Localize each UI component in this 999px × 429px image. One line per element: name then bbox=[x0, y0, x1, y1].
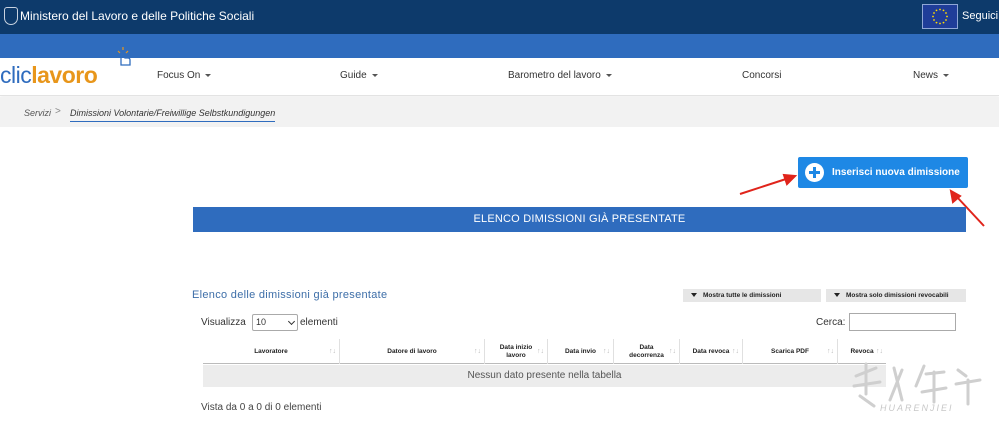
chevron-down-icon bbox=[943, 73, 950, 77]
pointer-hand-icon bbox=[117, 47, 131, 66]
breadcrumb-current: Dimissioni Volontarie/Freiwillige Selbst… bbox=[70, 108, 276, 122]
add-circle-icon bbox=[805, 163, 824, 182]
header-band bbox=[0, 34, 999, 58]
annotation-arrowhead-left bbox=[782, 173, 798, 186]
col-lavoratore-label: Lavoratore bbox=[254, 347, 288, 355]
col-data-revoca[interactable]: Data revoca ↑↓ bbox=[680, 339, 743, 364]
sort-icon: ↑↓ bbox=[669, 348, 676, 355]
filter-icon bbox=[691, 293, 697, 297]
col-revoca[interactable]: Revoca ↑↓ bbox=[838, 339, 886, 364]
nav-concorsi-label: Concorsi bbox=[742, 70, 782, 81]
nav-news[interactable]: News bbox=[913, 70, 950, 81]
new-resignation-button[interactable]: Inserisci nuova dimissione bbox=[798, 157, 968, 188]
sort-icon: ↑↓ bbox=[603, 348, 610, 355]
list-title: Elenco delle dimissioni già presentate bbox=[192, 289, 388, 301]
search-input[interactable] bbox=[849, 313, 956, 331]
cliclavoro-logo[interactable]: cliclavoro bbox=[0, 62, 98, 89]
table-empty-row: Nessun dato presente nella tabella bbox=[203, 365, 886, 387]
watermark-text: HUARENJIEI bbox=[880, 403, 954, 413]
chevron-down-icon bbox=[287, 317, 296, 326]
col-data-inizio[interactable]: Data inizio lavoro ↑↓ bbox=[485, 339, 548, 364]
filter-icon bbox=[834, 293, 840, 297]
show-revocable-label: Mostra solo dimissioni revocabili bbox=[846, 292, 949, 299]
nav-focus-on-label: Focus On bbox=[157, 70, 201, 81]
breadcrumb-servizi-link[interactable]: Servizi bbox=[24, 108, 51, 118]
sort-icon: ↑↓ bbox=[732, 348, 739, 355]
col-data-decorrenza-label: Data decorrenza bbox=[629, 344, 664, 359]
logo-text-lavoro: lavoro bbox=[31, 62, 98, 88]
nav-guide-label: Guide bbox=[340, 70, 367, 81]
col-lavoratore[interactable]: Lavoratore ↑↓ bbox=[203, 339, 340, 364]
logo-text-clic: clic bbox=[0, 62, 32, 88]
breadcrumb-separator-icon: > bbox=[55, 106, 61, 117]
ministry-name[interactable]: Ministero del Lavoro e delle Politiche S… bbox=[20, 9, 254, 23]
col-data-invio-label: Data invio bbox=[564, 347, 597, 355]
sort-icon: ↑↓ bbox=[537, 348, 544, 355]
col-data-invio[interactable]: Data invio ↑↓ bbox=[548, 339, 614, 364]
col-datore[interactable]: Datore di lavoro ↑↓ bbox=[340, 339, 485, 364]
col-data-inizio-label: Data inizio lavoro bbox=[499, 344, 533, 359]
col-revoca-label: Revoca bbox=[850, 347, 874, 355]
chevron-down-icon bbox=[205, 73, 212, 77]
follow-us-link[interactable]: Seguici s bbox=[962, 10, 999, 22]
show-all-label: Mostra tutte le dimissioni bbox=[703, 292, 782, 299]
eu-flag-icon[interactable] bbox=[922, 4, 958, 29]
chevron-down-icon bbox=[605, 73, 612, 77]
page-length-suffix: elementi bbox=[300, 317, 338, 328]
section-banner: ELENCO DIMISSIONI GIÀ PRESENTATE bbox=[193, 207, 966, 232]
main-navbar: cliclavoro bbox=[0, 58, 999, 96]
show-revocable-button[interactable]: Mostra solo dimissioni revocabili bbox=[826, 289, 966, 302]
republic-emblem-icon bbox=[4, 7, 18, 25]
annotation-arrow-left bbox=[739, 178, 787, 195]
nav-barometro-label: Barometro del lavoro bbox=[508, 70, 601, 81]
table-header: Lavoratore ↑↓ Datore di lavoro ↑↓ Data ini… bbox=[203, 339, 886, 364]
page-length-prefix: Visualizza bbox=[201, 317, 246, 328]
sort-icon: ↑↓ bbox=[474, 348, 481, 355]
chevron-down-icon bbox=[371, 73, 378, 77]
table-info: Vista da 0 a 0 di 0 elementi bbox=[201, 402, 322, 413]
sort-icon: ↑↓ bbox=[827, 348, 834, 355]
page-length-value: 10 bbox=[256, 317, 267, 327]
col-data-decorrenza[interactable]: Data decorrenza ↑↓ bbox=[614, 339, 680, 364]
ministry-topbar: Ministero del Lavoro e delle Politiche S… bbox=[0, 0, 999, 34]
col-scarica-pdf[interactable]: Scarica PDF ↑↓ bbox=[743, 339, 838, 364]
annotation-arrowhead-right bbox=[949, 189, 962, 204]
search-label: Cerca: bbox=[816, 317, 846, 328]
col-data-revoca-label: Data revoca bbox=[692, 347, 730, 355]
nav-news-label: News bbox=[913, 70, 939, 81]
page-length-select[interactable]: 10 bbox=[252, 314, 298, 331]
nav-concorsi[interactable]: Concorsi bbox=[742, 70, 781, 81]
sort-icon: ↑↓ bbox=[876, 348, 883, 355]
nav-barometro[interactable]: Barometro del lavoro bbox=[508, 70, 612, 81]
col-scarica-pdf-label: Scarica PDF bbox=[771, 347, 809, 355]
new-resignation-label: Inserisci nuova dimissione bbox=[832, 167, 960, 178]
nav-focus-on[interactable]: Focus On bbox=[157, 70, 212, 81]
sort-icon: ↑↓ bbox=[329, 348, 336, 355]
col-datore-label: Datore di lavoro bbox=[387, 347, 437, 355]
nav-guide[interactable]: Guide bbox=[340, 70, 378, 81]
show-all-button[interactable]: Mostra tutte le dimissioni bbox=[683, 289, 821, 302]
